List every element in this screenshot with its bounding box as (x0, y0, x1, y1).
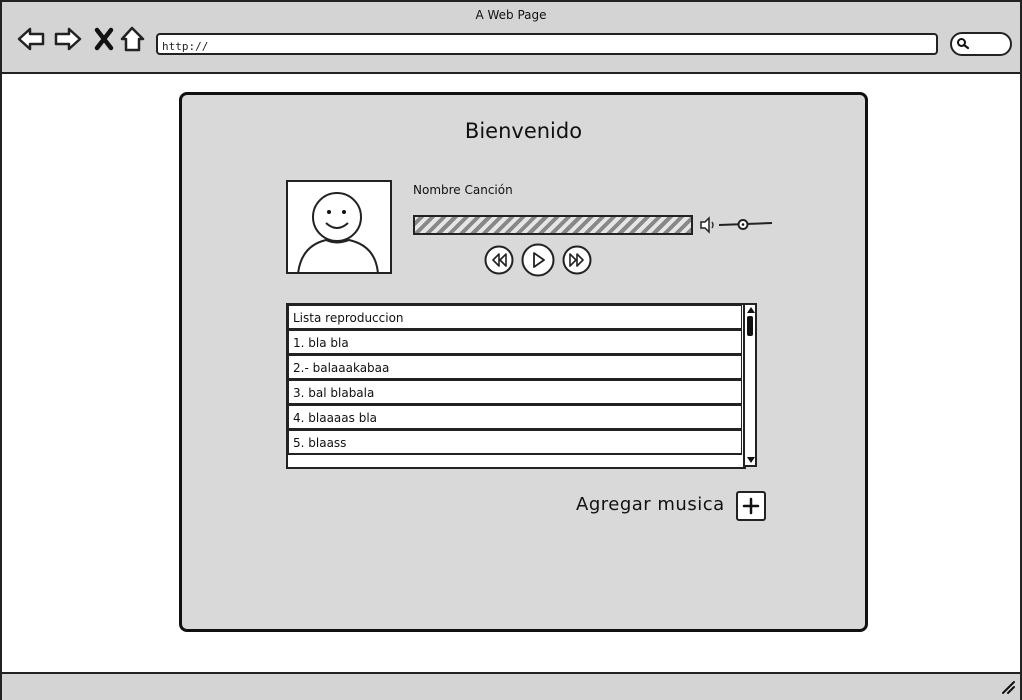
volume-slider[interactable] (700, 215, 774, 235)
scroll-up-arrow-icon[interactable] (746, 305, 756, 315)
address-bar[interactable] (156, 33, 938, 55)
song-progress-bar[interactable] (413, 215, 693, 235)
home-icon[interactable] (118, 24, 148, 54)
page-title: Bienvenido (464, 119, 583, 143)
rewind-button[interactable] (484, 245, 514, 275)
playlist-item[interactable]: 3. bal blabala (288, 380, 742, 405)
back-arrow-icon[interactable] (16, 24, 46, 54)
player-card: Bienvenido Nombre Canción Lista reproduc… (179, 92, 868, 632)
play-icon (521, 243, 555, 277)
browser-titlebar: A Web Page (2, 2, 1020, 74)
window-title: A Web Page (475, 8, 547, 22)
page-content: Bienvenido Nombre Canción Lista reproduc… (2, 74, 1020, 672)
scroll-thumb[interactable] (747, 316, 753, 336)
resize-grip-icon[interactable] (1000, 679, 1016, 695)
close-x-icon[interactable] (90, 24, 120, 54)
playlist-scrollbar[interactable] (743, 303, 757, 467)
playlist-item[interactable]: 1. bla bla (288, 330, 742, 355)
fast-forward-icon (562, 245, 592, 275)
user-avatar-icon (286, 180, 392, 274)
playlist-item[interactable]: 2.- balaaakabaa (288, 355, 742, 380)
playlist-header: Lista reproduccion (288, 305, 742, 330)
browser-statusbar (2, 672, 1020, 700)
playlist-item[interactable]: 5. blaass (288, 430, 742, 455)
playlist-item[interactable]: 4. blaaaas bla (288, 405, 742, 430)
rewind-icon (484, 245, 514, 275)
add-music-button[interactable] (736, 491, 766, 521)
search-icon (957, 38, 970, 50)
fast-forward-button[interactable] (562, 245, 592, 275)
play-button[interactable] (521, 243, 555, 277)
speaker-icon (700, 216, 714, 234)
song-name: Nombre Canción (413, 183, 513, 197)
search-button[interactable] (950, 32, 1012, 56)
scroll-down-arrow-icon[interactable] (746, 455, 756, 465)
browser-window: A Web Page Bienvenido (0, 0, 1022, 700)
address-input[interactable] (158, 38, 932, 55)
forward-arrow-icon[interactable] (53, 24, 83, 54)
add-music-label[interactable]: Agregar musica (576, 494, 725, 515)
playlist: Lista reproduccion 1. bla bla 2.- balaaa… (286, 303, 746, 469)
plus-icon (742, 497, 760, 515)
